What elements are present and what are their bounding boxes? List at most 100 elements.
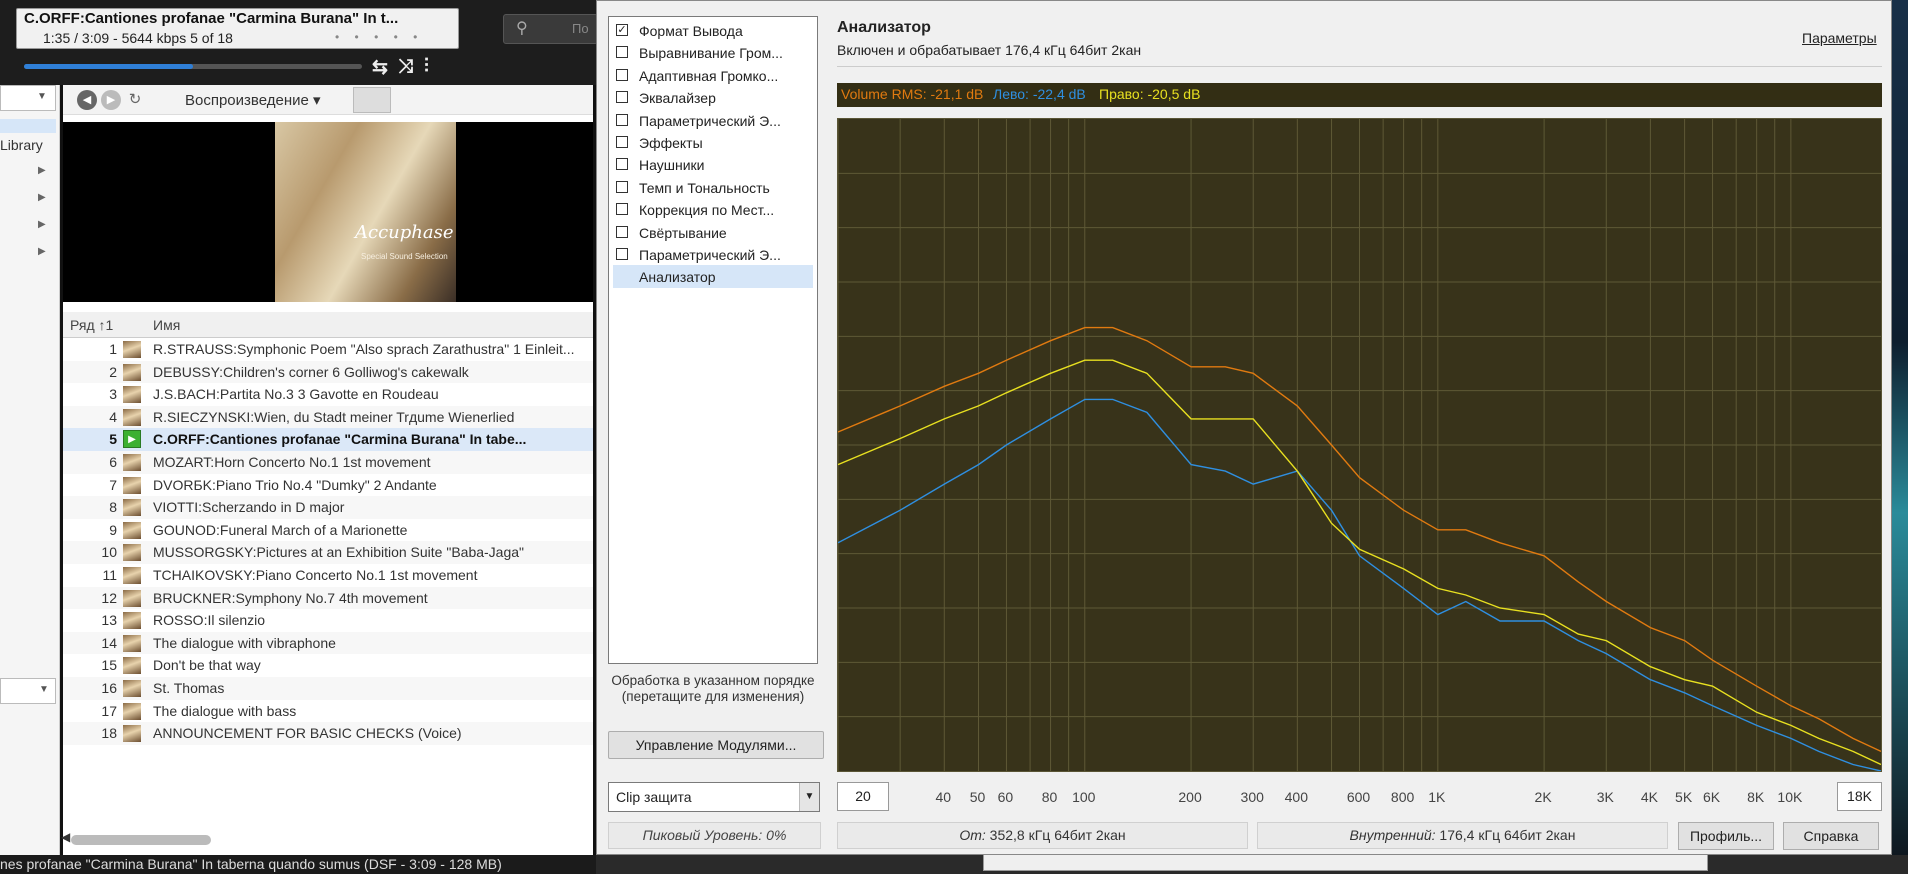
album-art-area: Accuphase Special Sound Selection [63,122,593,302]
module-checkbox[interactable] [616,158,628,171]
track-title: The dialogue with bass [153,702,297,719]
module-item[interactable]: Свёртывание [613,221,813,243]
module-item[interactable]: Наушники [613,153,813,175]
table-row[interactable]: 8 VIOTTI:Scherzando in D major [63,496,593,519]
module-checkbox[interactable] [616,46,628,59]
expand-arrow-icon[interactable]: ▶ [38,219,46,230]
module-order-hint: Обработка в указанном порядке (перетащит… [611,673,815,704]
background-window-strip [596,853,1908,874]
expand-arrow-icon[interactable]: ▶ [38,192,46,203]
level-readout: Volume RMS: -21,1 dB Лево: -22,4 dB Прав… [837,83,1882,107]
sidebar-item-library[interactable]: Library [0,137,43,153]
freq-min-input[interactable]: 20 [837,782,889,811]
now-playing-box: C.ORFF:Cantiones profanae "Carmina Buran… [16,8,459,49]
table-row[interactable]: 6 MOZART:Horn Concerto No.1 1st movement [63,451,593,474]
module-checkbox[interactable]: ✓ [616,24,628,36]
module-label: Темп и Тональность [639,179,770,196]
track-title: MUSSORGSKY:Pictures at an Exhibition Sui… [153,544,525,561]
table-row[interactable]: 12 BRUCKNER:Symphony No.7 4th movement [63,586,593,610]
track-thumbnail [123,657,141,675]
module-checkbox[interactable] [616,91,628,104]
forward-icon[interactable]: ▶ [101,90,121,110]
table-row[interactable]: 7 DVORБK:Piano Trio No.4 "Dumky" 2 Andant… [63,474,593,497]
row-number: 9 [109,521,117,538]
module-label: Адаптивная Громко... [639,67,779,84]
seek-bar[interactable] [24,64,362,69]
module-item[interactable]: Параметрический Э... [613,243,813,265]
freq-tick-label: 2K [1534,789,1552,805]
table-row[interactable]: 16 St. Thomas [63,677,593,700]
playlist-header: Ряд ↑1 Имя [63,312,593,338]
table-row[interactable]: 17 The dialogue with bass [63,700,593,723]
row-number: 1 [109,341,117,357]
module-item[interactable]: Выравнивание Гром... [613,41,813,63]
sidebar-dropdown[interactable]: ▼ [0,85,56,111]
manage-modules-button[interactable]: Управление Модулями... [608,731,824,759]
module-item[interactable]: Эквалайзер [613,86,813,108]
table-row[interactable]: 18 ANNOUNCEMENT FOR BASIC CHECKS (Voice) [63,722,593,745]
module-item[interactable]: ✓ Формат Вывода [613,19,813,41]
expand-arrow-icon[interactable]: ▶ [38,246,46,257]
horizontal-scrollbar[interactable] [71,835,211,845]
module-checkbox[interactable] [616,180,628,193]
playback-menu[interactable]: Воспроизведение ▾ [185,91,321,109]
track-thumbnail [123,702,141,720]
table-row[interactable]: 1 R.STRAUSS:Symphonic Poem "Also sprach Z… [63,338,593,361]
shuffle-icon[interactable]: ⤨ [398,56,413,78]
module-checkbox[interactable] [616,203,628,216]
module-checkbox[interactable] [616,68,628,81]
clip-protection-select[interactable]: Clip защита ▼ [608,782,820,812]
row-number: 2 [109,363,117,380]
module-item[interactable]: Адаптивная Громко... [613,64,813,86]
module-checkbox[interactable] [616,248,628,260]
freq-max-input[interactable]: 18K [1837,782,1882,811]
table-row[interactable]: 10 MUSSORGSKY:Pictures at an Exhibition S… [63,541,593,564]
album-cover[interactable]: Accuphase Special Sound Selection [275,122,456,302]
equalizer-icon[interactable]: ⫶ [424,56,429,78]
chevron-down-icon[interactable]: ▼ [799,783,819,811]
table-row[interactable]: 9 GOUNOD:Funeral March of a Marionette [63,519,593,542]
module-item[interactable]: Коррекция по Мест... [613,198,813,220]
module-item[interactable]: Эффекты [613,131,813,153]
module-checkbox[interactable] [616,136,628,148]
module-item[interactable]: Анализатор [613,265,813,288]
module-label: Коррекция по Мест... [639,202,775,219]
freq-tick-label: 5K [1675,789,1693,805]
table-row[interactable]: 14 The dialogue with vibraphone [63,631,593,655]
search-input[interactable]: ⚲ По [503,14,598,44]
rating-dots[interactable]: • • • • • [335,30,423,44]
freq-tick-label: 40 [935,789,952,805]
row-number: 13 [101,612,117,629]
table-row[interactable]: 4 R.SIECZYNSKI:Wien, du Stadt meiner Trдu… [63,405,593,429]
status-bar: nes profanae "Carmina Burana" In taberna… [0,855,600,874]
sidebar-selected-item[interactable] [0,119,56,133]
back-icon[interactable]: ◀ [77,90,97,110]
scroll-left-icon[interactable]: ◀ [61,830,70,844]
sidebar-bottom-dropdown[interactable]: ▼ [0,678,56,704]
table-row[interactable]: 5 ▶ C.ORFF:Cantiones profanae "Carmina Bur… [63,428,593,451]
track-title: ROSSO:Il silenzio [153,612,266,629]
table-row[interactable]: 3 J.S.BACH:Partita No.3 3 Gavotte en Roud… [63,383,593,406]
table-row[interactable]: 15 Don't be that way [63,654,593,677]
table-row[interactable]: 13 ROSSO:Il silenzio [63,609,593,632]
column-header-name[interactable]: Имя [153,317,180,333]
column-header-order[interactable]: Ряд ↑1 [70,317,113,333]
search-placeholder: По [572,21,589,36]
table-row[interactable]: 11 TCHAIKOVSKY:Piano Concerto No.1 1st mo… [63,564,593,587]
freq-tick-label: 400 [1284,789,1309,805]
track-thumbnail [123,567,141,584]
table-row[interactable]: 2 DEBUSSY:Children's corner 6 Golliwog's … [63,360,593,384]
module-item[interactable]: Параметрический Э... [613,109,813,131]
view-tab[interactable] [353,87,391,113]
now-playing-title: C.ORFF:Cantiones profanae "Carmina Buran… [24,10,399,27]
repeat-icon[interactable]: ⇆ [372,56,388,79]
expand-arrow-icon[interactable]: ▶ [38,165,46,176]
profile-button[interactable]: Профиль... [1678,822,1774,850]
module-checkbox[interactable] [616,225,628,238]
module-item[interactable]: Темп и Тональность [613,176,813,198]
track-thumbnail [123,725,141,743]
module-checkbox[interactable] [616,113,628,126]
help-button[interactable]: Справка [1783,822,1879,850]
refresh-icon[interactable]: ↻ [125,90,145,110]
parameters-link[interactable]: Параметры [1802,30,1877,46]
